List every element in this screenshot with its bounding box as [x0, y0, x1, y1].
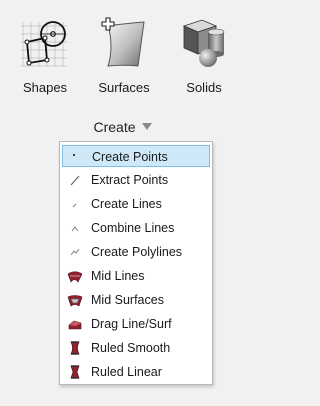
mid-surfaces-icon [67, 295, 83, 307]
surfaces-label: Surfaces [98, 80, 150, 95]
create-menu: Create Points Extract Points Create Line… [59, 141, 213, 385]
solids-icon [182, 19, 225, 67]
menu-item-create-points[interactable]: Create Points [62, 145, 210, 167]
surfaces-icon [101, 17, 145, 67]
create-group-dropdown[interactable]: Create [0, 119, 245, 135]
surfaces-button[interactable]: Surfaces [92, 14, 156, 95]
menu-item-extract-points[interactable]: Extract Points [62, 169, 210, 191]
polyline-icon [70, 248, 80, 256]
extract-points-icon [70, 175, 80, 186]
solids-label: Solids [186, 80, 222, 95]
menu-item-ruled-linear[interactable]: Ruled Linear [62, 361, 210, 383]
menu-item-drag-line-surf[interactable]: Drag Line/Surf [62, 313, 210, 335]
ruled-linear-icon [70, 365, 80, 379]
chevron-down-icon [141, 123, 152, 130]
point-icon [72, 153, 76, 157]
menu-item-mid-surfaces[interactable]: Mid Surfaces [62, 289, 210, 311]
mid-lines-icon [67, 271, 83, 283]
menu-item-create-polylines[interactable]: Create Polylines [62, 241, 210, 263]
menu-item-mid-lines[interactable]: Mid Lines [62, 265, 210, 287]
menu-item-create-lines[interactable]: Create Lines [62, 193, 210, 215]
create-group-label: Create [93, 119, 136, 135]
shapes-icon [21, 21, 67, 67]
combine-lines-icon [71, 226, 79, 232]
drag-line-surf-icon [68, 320, 82, 330]
ruled-smooth-icon [70, 341, 80, 355]
solids-button[interactable]: Solids [172, 14, 236, 95]
shapes-button[interactable]: Shapes [13, 14, 77, 95]
menu-item-ruled-smooth[interactable]: Ruled Smooth [62, 337, 210, 359]
menu-item-combine-lines[interactable]: Combine Lines [62, 217, 210, 239]
line-icon [72, 203, 77, 208]
shapes-label: Shapes [22, 80, 68, 95]
